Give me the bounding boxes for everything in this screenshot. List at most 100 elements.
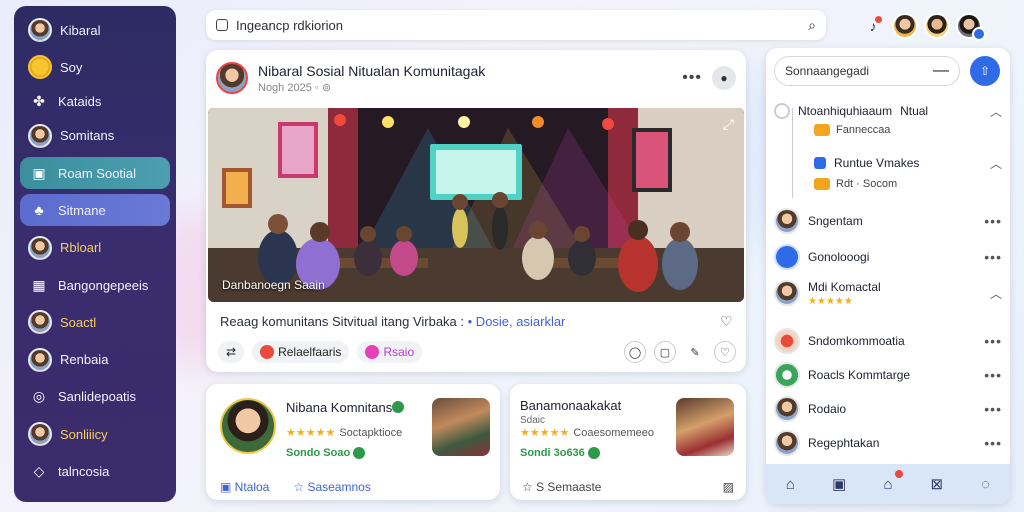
- more-icon[interactable]: •••: [984, 213, 1002, 229]
- post-image[interactable]: ⤢ Danbanoegn Saain: [208, 108, 744, 302]
- profile-icon[interactable]: ◌: [975, 473, 997, 495]
- more-icon[interactable]: •••: [984, 435, 1002, 451]
- sidebar-item-rbloarl[interactable]: Rbloarl: [20, 232, 170, 264]
- card-action[interactable]: ▣ Ntaloa: [220, 480, 269, 494]
- reaction-pill[interactable]: Relaelfaaris: [252, 341, 350, 363]
- share-button[interactable]: ⇄: [218, 341, 245, 363]
- reaction-icon: [365, 345, 380, 359]
- brand-avatar: [28, 18, 52, 42]
- home-icon[interactable]: ⌂: [779, 473, 801, 495]
- more-icon[interactable]: •••: [984, 249, 1002, 265]
- search-input[interactable]: [236, 17, 801, 33]
- profile-subtitle: Sdaic: [520, 415, 546, 426]
- sidebar-item-soactl[interactable]: Soactl: [20, 306, 170, 338]
- contact-item[interactable]: Gonolooogi •••: [774, 242, 1002, 272]
- card-action-label: S Semaaste: [536, 480, 602, 494]
- send-button[interactable]: ⇧: [970, 56, 1000, 86]
- sidebar-item-label: Somitans: [60, 128, 115, 144]
- profile-avatar[interactable]: [956, 13, 986, 41]
- sidebar-item-label: Bangongepeeis: [58, 277, 149, 293]
- sidebar-item-roam-sootial[interactable]: ▣ Roam Sootial: [20, 157, 170, 190]
- user-avatar: [28, 310, 52, 335]
- image-caption: Danbanoegn Saain: [222, 278, 325, 292]
- fullscreen-icon[interactable]: ⤢: [723, 116, 734, 133]
- reaction-label: Rsaio: [383, 345, 415, 359]
- contact-item[interactable]: Mdi Komactal ★★★★★ ︿: [774, 278, 1002, 308]
- sidebar-item-talncosia[interactable]: ◇ talncosia: [20, 456, 170, 488]
- post-link[interactable]: • Dosie, asiarklar: [468, 314, 566, 329]
- event-scene: [208, 108, 744, 302]
- top-right-toolbar: ♪: [860, 10, 1016, 42]
- search-icon[interactable]: ⌕: [808, 17, 816, 34]
- chevron-up-icon[interactable]: ︿: [990, 285, 1002, 302]
- user-avatar: [28, 235, 52, 260]
- sidebar-item-label: Kataids: [58, 94, 102, 110]
- sidebar-item-renbaia[interactable]: Renbaia: [20, 344, 170, 376]
- rating-stars: ★★★★★ Soctapktioce: [286, 426, 402, 439]
- sidebar-brand[interactable]: Kibaral: [20, 14, 170, 46]
- contact-avatar: [774, 328, 800, 354]
- contact-item[interactable]: Rodaio •••: [774, 394, 1002, 424]
- rating-label: Soctapktioce: [339, 427, 403, 439]
- more-icon[interactable]: •••: [984, 333, 1002, 349]
- more-icon[interactable]: •••: [984, 401, 1002, 417]
- profile-photo: [220, 398, 276, 454]
- sidebar-item-bangongepeeis[interactable]: ▦ Bangongepeeis: [20, 269, 170, 301]
- profile-button[interactable]: ●: [712, 66, 736, 90]
- profile-card[interactable]: Banamonaakakat Sdaic ★★★★★ Coaesomemeeo S…: [510, 384, 746, 500]
- bookmark-icon[interactable]: ⊠: [926, 473, 948, 495]
- reaction-pill[interactable]: Rsaio: [357, 341, 423, 363]
- comment-icon[interactable]: ◯: [624, 341, 646, 363]
- sidebar-item-label: Renbaia: [60, 352, 109, 368]
- minus-icon[interactable]: —: [933, 62, 949, 80]
- post-action-icons: ◯ ▢ ✎ ♡: [624, 341, 736, 363]
- user-avatar: [28, 347, 52, 372]
- panel-search[interactable]: Sonnaangegadi —: [774, 56, 960, 86]
- more-icon[interactable]: •••: [984, 367, 1002, 383]
- chevron-up-icon[interactable]: ︿: [990, 155, 1002, 172]
- like-outline-icon[interactable]: ♡: [714, 341, 736, 363]
- status-check-icon: [587, 447, 600, 460]
- sidebar-item-label: Sonliiicy: [60, 426, 108, 442]
- post-meta: Nogh 2025 ◦ ⊚: [258, 81, 332, 94]
- sidebar-item-label: Rbloarl: [60, 240, 102, 256]
- status-value: Sondi 3o636: [520, 447, 585, 459]
- contact-item[interactable]: Roacls Kommtarge •••: [774, 360, 1002, 390]
- notifications-icon[interactable]: ⌂: [877, 470, 903, 495]
- sidebar-item-label: talncosia: [58, 464, 110, 480]
- card-action-label: Ntaloa: [234, 480, 270, 494]
- sidebar-item-sitmane[interactable]: ♣ Sitmane: [20, 194, 170, 227]
- thread-item[interactable]: Ntoanhiquhiaaum Ntual ︿: [774, 96, 1002, 126]
- stars-text: ★★★★★: [520, 427, 570, 439]
- contact-item[interactable]: Sngentam •••: [774, 206, 1002, 236]
- contact-item[interactable]: Regephtakan •••: [774, 428, 1002, 458]
- profile-card[interactable]: Nibana Komnitans ★★★★★ Soctapktioce Sondo…: [206, 384, 500, 500]
- group-icon: ▣: [32, 164, 46, 181]
- sidebar-item-soy[interactable]: Soy: [20, 51, 170, 83]
- sidebar-item-somitans[interactable]: Somitans: [20, 120, 170, 152]
- chevron-up-icon[interactable]: ︿: [990, 103, 1002, 120]
- like-icon[interactable]: ♡: [720, 313, 733, 330]
- friend-avatar[interactable]: [924, 13, 950, 39]
- sidebar-item-label: Sitmane: [58, 202, 106, 218]
- thread-title: Runtue Vmakes: [834, 156, 920, 170]
- save-icon[interactable]: ▢: [654, 341, 676, 363]
- chat-icon[interactable]: ▣: [828, 473, 850, 495]
- card-action[interactable]: ☆ Saseamnos: [293, 480, 370, 494]
- sidebar-item-sonliiicy[interactable]: Sonliiicy: [20, 418, 170, 450]
- thread-item[interactable]: Runtue Vmakes ︿: [774, 148, 1002, 178]
- contact-item[interactable]: Sndomkommoatia •••: [774, 326, 1002, 356]
- sidebar-item-kataids[interactable]: ✤ Kataids: [20, 89, 170, 115]
- rating-stars: ★★★★★ Coaesomemeeo: [520, 426, 654, 439]
- post-text: Reaag komunitans Sitvitual itang Virbaka…: [220, 313, 733, 329]
- author-avatar[interactable]: [216, 62, 248, 94]
- sidebar-item-label: Soy: [60, 59, 83, 75]
- sidebar-item-sanlidepoatis[interactable]: ◎ Sanlidepoatis: [20, 381, 170, 413]
- more-options-icon[interactable]: •••: [682, 69, 702, 87]
- notification-bell-icon[interactable]: ♪: [860, 13, 886, 39]
- group-photo: [432, 398, 490, 456]
- friend-avatar[interactable]: [892, 13, 918, 39]
- edit-icon[interactable]: ✎: [684, 341, 706, 363]
- image-icon[interactable]: ▨: [723, 480, 734, 494]
- card-action[interactable]: ☆ S Semaaste: [522, 480, 601, 494]
